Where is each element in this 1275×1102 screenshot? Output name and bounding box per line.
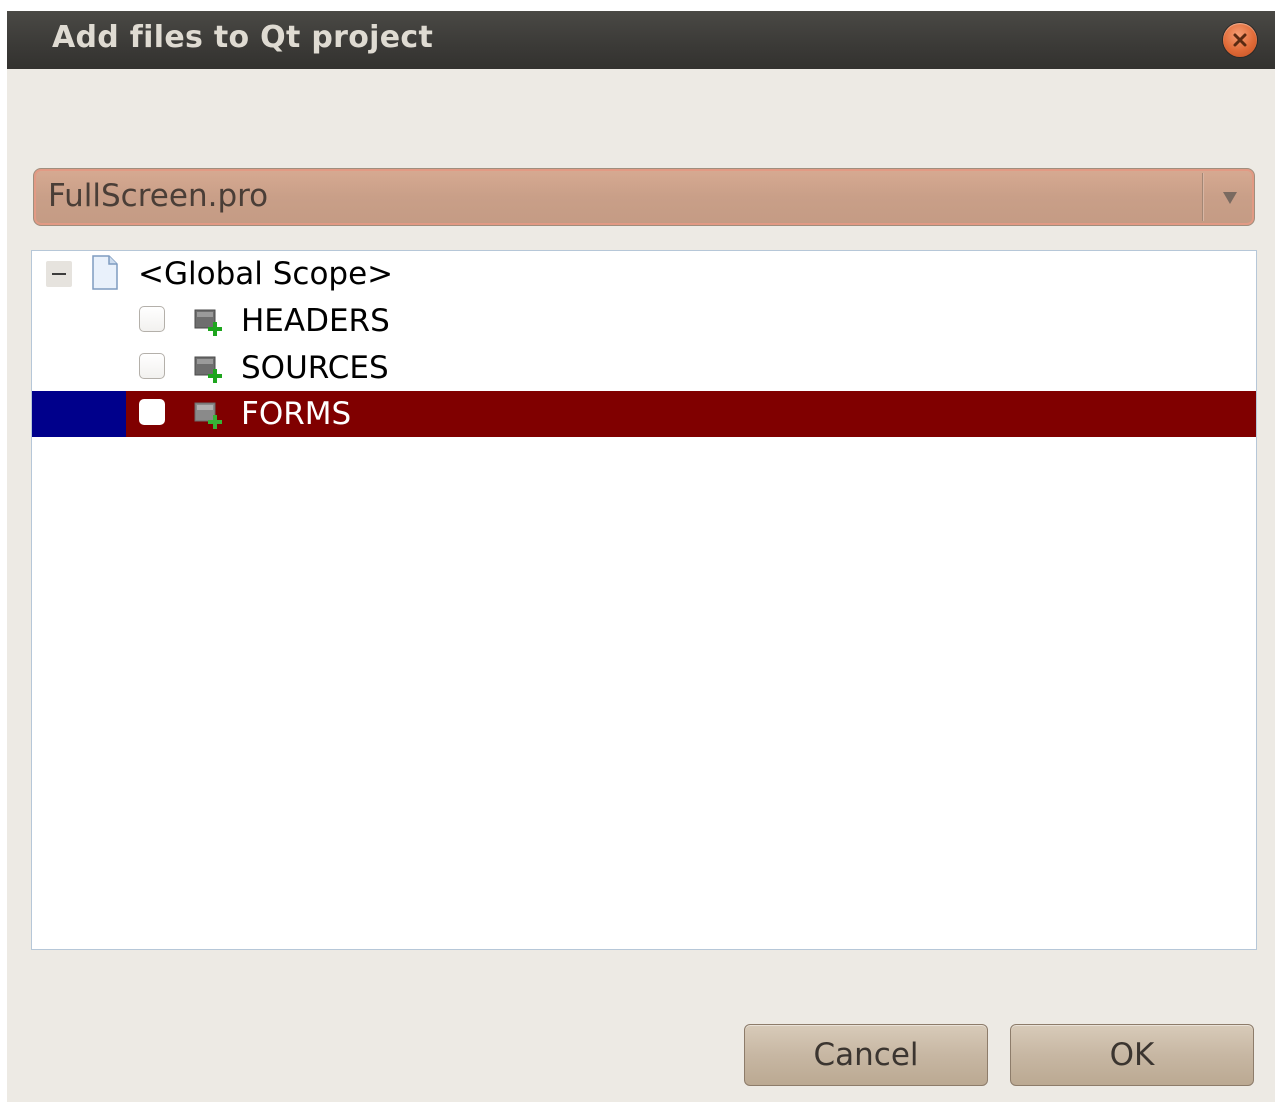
forms-checkbox[interactable] — [139, 399, 165, 425]
close-button[interactable] — [1223, 23, 1257, 57]
cancel-button[interactable]: Cancel — [744, 1024, 988, 1086]
tree-item-label: SOURCES — [241, 350, 389, 386]
cancel-button-label: Cancel — [813, 1037, 919, 1073]
window-title: Add files to Qt project — [52, 20, 434, 55]
folder-add-icon — [193, 353, 225, 385]
selection-indent-highlight — [32, 391, 126, 437]
dropdown-arrow-icon[interactable] — [1209, 173, 1251, 221]
folder-add-icon — [193, 399, 225, 431]
close-icon — [1233, 33, 1247, 47]
tree-item-label: FORMS — [241, 396, 352, 432]
scope-tree[interactable]: <Global Scope> HEADERS SOURCES FORMS — [31, 250, 1257, 950]
tree-row-global-scope[interactable]: <Global Scope> — [32, 251, 1256, 297]
sources-checkbox[interactable] — [139, 353, 165, 379]
title-bar[interactable]: Add files to Qt project — [7, 11, 1275, 69]
ok-button[interactable]: OK — [1010, 1024, 1254, 1086]
tree-root-label: <Global Scope> — [138, 256, 394, 292]
ok-button-label: OK — [1109, 1037, 1155, 1073]
combo-separator — [1202, 173, 1203, 221]
add-files-dialog: Add files to Qt project FullScreen.pro <… — [7, 11, 1275, 1102]
tree-row-forms[interactable]: FORMS — [32, 391, 1256, 437]
collapse-toggle[interactable] — [46, 261, 72, 287]
headers-checkbox[interactable] — [139, 306, 165, 332]
file-icon — [90, 255, 120, 291]
folder-add-icon — [193, 306, 225, 338]
project-select-value: FullScreen.pro — [48, 178, 269, 214]
tree-row-headers[interactable]: HEADERS — [32, 298, 1256, 344]
project-select[interactable]: FullScreen.pro — [33, 168, 1255, 226]
tree-row-sources[interactable]: SOURCES — [32, 345, 1256, 391]
minus-icon — [52, 273, 66, 275]
tree-item-label: HEADERS — [241, 303, 390, 339]
